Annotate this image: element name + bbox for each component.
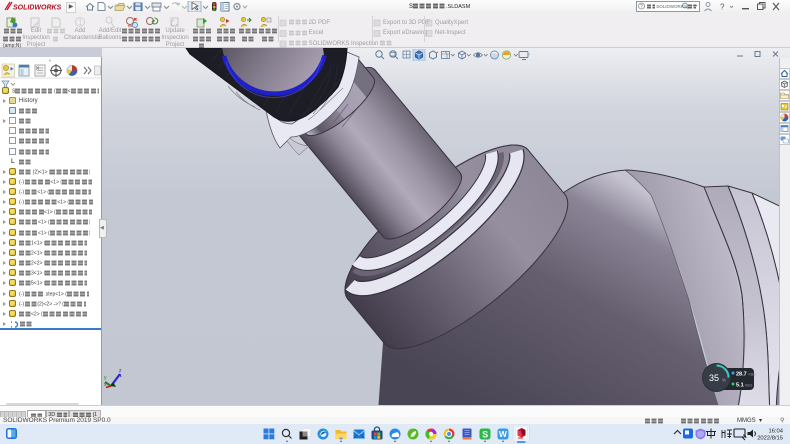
svg-text:?: ? — [640, 4, 643, 10]
svg-text:1: 1 — [78, 18, 83, 27]
svg-text:SW: SW — [518, 436, 523, 440]
svg-text:S: S — [482, 429, 488, 439]
svg-text:KB/s: KB/s — [749, 373, 757, 377]
svg-text:SOLIDWORKS: SOLIDWORKS — [13, 5, 62, 12]
svg-text:W: W — [499, 429, 508, 439]
svg-text:z: z — [119, 368, 122, 374]
svg-text:?: ? — [720, 3, 725, 12]
svg-text:KB/s: KB/s — [745, 384, 753, 388]
svg-text:35: 35 — [709, 373, 719, 383]
svg-text:5.1: 5.1 — [736, 383, 744, 389]
svg-text:2022/8/15: 2022/8/15 — [757, 435, 783, 441]
svg-text:16:04: 16:04 — [768, 429, 783, 435]
svg-text:%: % — [722, 378, 726, 383]
svg-text:y: y — [104, 375, 107, 381]
svg-text:28.7: 28.7 — [736, 372, 747, 378]
